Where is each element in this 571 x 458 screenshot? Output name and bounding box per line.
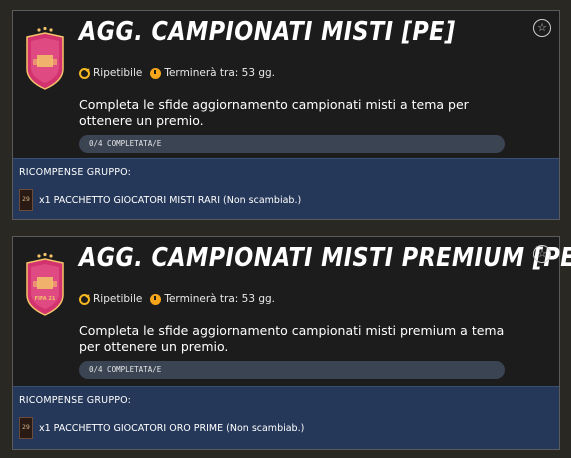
star-icon[interactable]: ☆ (533, 19, 551, 37)
progress-bar: 0/4 COMPLETATA/E (79, 361, 505, 379)
svg-text:FIFA 21: FIFA 21 (35, 296, 56, 302)
objective-description: Completa le sfide aggiornamento campiona… (79, 97, 469, 128)
player-pack-icon: 29 (19, 417, 33, 439)
objective-title: AGG. CAMPIONATI MISTI [PE] (79, 17, 456, 47)
repeat-label: Ripetibile (93, 293, 143, 305)
rewards-title: RICOMPENSE GRUPPO: (19, 395, 132, 406)
objective-meta: Ripetibile Terminerà tra: 53 gg. (79, 293, 275, 305)
reward-item[interactable]: 29 x1 PACCHETTO GIOCATORI MISTI RARI (No… (19, 189, 301, 211)
rewards-title: RICOMPENSE GRUPPO: (19, 167, 132, 178)
reward-item[interactable]: 29 x1 PACCHETTO GIOCATORI ORO PRIME (Non… (19, 417, 304, 439)
expiry-label: Terminerà tra: 53 gg. (164, 67, 276, 79)
rewards-section: RICOMPENSE GRUPPO: 29 x1 PACCHETTO GIOCA… (13, 158, 559, 219)
progress-text: 0/4 COMPLETATA/E (89, 139, 162, 148)
objective-header: AGG. CAMPIONATI MISTI [PE] Ripetibile Te… (13, 11, 559, 159)
expiry-label: Terminerà tra: 53 gg. (164, 293, 276, 305)
objective-title: AGG. CAMPIONATI MISTI PREMIUM [PE] (79, 243, 571, 273)
star-icon[interactable]: ☆ (533, 245, 551, 263)
objective-meta: Ripetibile Terminerà tra: 53 gg. (79, 67, 275, 79)
reward-label: x1 PACCHETTO GIOCATORI MISTI RARI (Non s… (39, 194, 302, 206)
objective-description: Completa le sfide aggiornamento campiona… (79, 323, 505, 354)
progress-bar: 0/4 COMPLETATA/E (79, 135, 505, 153)
player-pack-icon: 29 (19, 189, 33, 211)
repeat-label: Ripetibile (93, 67, 143, 79)
repeat-icon (79, 67, 90, 79)
progress-text: 0/4 COMPLETATA/E (89, 365, 162, 374)
objective-card[interactable]: FIFA 21 AGG. CAMPIONATI MISTI PREMIUM [P… (12, 236, 571, 450)
objective-badge-icon (26, 26, 64, 90)
objective-header: FIFA 21 AGG. CAMPIONATI MISTI PREMIUM [P… (13, 237, 571, 387)
timer-icon (150, 67, 162, 79)
objective-card[interactable]: AGG. CAMPIONATI MISTI [PE] Ripetibile Te… (12, 10, 560, 220)
objective-badge-icon: FIFA 21 (26, 252, 64, 316)
reward-label: x1 PACCHETTO GIOCATORI ORO PRIME (Non sc… (39, 422, 305, 434)
repeat-icon (79, 293, 90, 305)
rewards-section: RICOMPENSE GRUPPO: 29 x1 PACCHETTO GIOCA… (13, 386, 559, 449)
timer-icon (150, 293, 162, 305)
